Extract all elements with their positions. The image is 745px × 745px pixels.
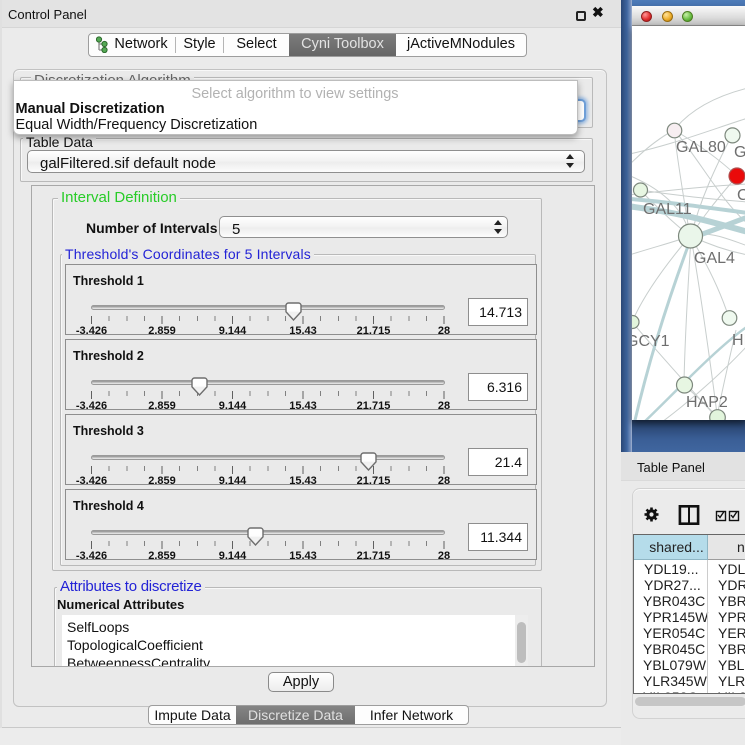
svg-text:HAP2: HAP2 — [686, 394, 728, 411]
svg-text:GAL4: GAL4 — [694, 250, 735, 267]
svg-text:GCY1: GCY1 — [632, 333, 670, 350]
svg-text:GAL80: GAL80 — [676, 139, 726, 156]
svg-text:HI: HI — [732, 332, 745, 349]
svg-text:GA: GA — [734, 144, 745, 161]
svg-text:CD: CD — [737, 187, 745, 204]
svg-text:GAL11: GAL11 — [643, 201, 692, 218]
